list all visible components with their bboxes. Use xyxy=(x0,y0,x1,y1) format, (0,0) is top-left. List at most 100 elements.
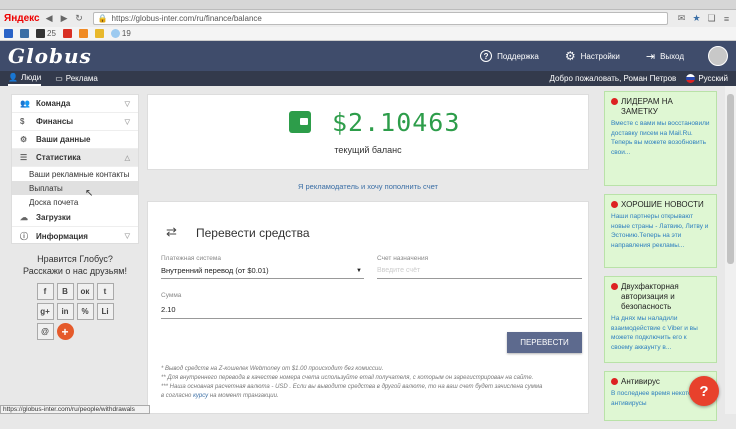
destination-input[interactable]: Введите счёт xyxy=(377,265,582,279)
email-icon[interactable]: @ xyxy=(36,323,54,340)
weather-bookmark[interactable]: 19 xyxy=(110,29,131,38)
language-selector[interactable]: Русский xyxy=(686,74,728,83)
team-icon: 👥 xyxy=(20,99,30,108)
scrollbar-thumb[interactable] xyxy=(727,94,734,264)
address-text: https://globus-inter.com/ru/finance/bala… xyxy=(111,14,262,23)
odnoklassniki-icon[interactable]: ок xyxy=(76,283,94,300)
dropdown-arrow-icon: ▼ xyxy=(356,268,362,274)
share-subheading: Расскажи о нас друзьям! xyxy=(23,266,127,276)
balance-amount: $2.10463 xyxy=(332,108,461,137)
alert-dot-icon xyxy=(611,283,618,290)
bookmark-item[interactable] xyxy=(94,29,104,38)
logout-button[interactable]: ⇥ Выход xyxy=(646,50,684,63)
news-body: Вместе с вами мы восстановили доставку п… xyxy=(611,120,710,156)
sidebar-subitem-ad-contacts[interactable]: Ваши рекламные контакты xyxy=(12,167,138,181)
back-icon[interactable]: ◀ xyxy=(44,13,55,24)
settings-button[interactable]: ⚙ Настройки xyxy=(565,49,620,63)
logout-icon: ⇥ xyxy=(645,50,656,63)
welcome-text: Добро пожаловать, Роман Петров xyxy=(549,74,677,83)
sidebar-item-finance[interactable]: $ Финансы ▽ xyxy=(12,113,138,131)
share-buttons: f В ок t g+ in % Li @ + xyxy=(11,283,139,340)
mail-icon[interactable]: ✉ xyxy=(676,13,687,24)
gmail-bookmark[interactable] xyxy=(62,29,72,38)
menu-icon[interactable]: ≡ xyxy=(721,13,732,24)
forward-icon[interactable]: ▶ xyxy=(59,13,70,24)
news-title: ЛИДЕРАМ НА ЗАМЕТКУ xyxy=(621,97,673,116)
link-icon[interactable]: % xyxy=(76,303,94,320)
share-heading: Нравится Глобус? xyxy=(37,254,113,264)
sidebar-item-statistics[interactable]: ☰ Статистика △ xyxy=(12,149,138,167)
help-button[interactable]: ? xyxy=(689,376,719,406)
destination-label: Счет назначения xyxy=(377,255,429,262)
sidebar: 👥 Команда ▽ $ Финансы ▽ ⚙ Ваши данные ☰ … xyxy=(11,94,139,244)
payment-system-label: Платежная система xyxy=(161,255,221,262)
linkedin-icon[interactable]: in xyxy=(56,303,74,320)
tab-people[interactable]: 👤 Люди xyxy=(8,71,42,86)
support-button[interactable]: ? Поддержка xyxy=(480,50,539,62)
sidebar-subitem-honor-board[interactable]: Доска почета xyxy=(12,195,138,209)
tab-ads[interactable]: ▭ Реклама xyxy=(55,74,98,83)
advertiser-topup-link[interactable]: Я рекламодатель и хочу пополнить счет xyxy=(147,182,589,191)
bookmark-item[interactable] xyxy=(4,29,13,38)
twitter-icon[interactable]: t xyxy=(96,283,114,300)
app-header: Globus ? Поддержка ⚙ Настройки ⇥ Выход xyxy=(0,41,736,71)
sidebar-subitem-payouts[interactable]: Выплаты xyxy=(12,181,138,195)
avatar[interactable] xyxy=(708,46,728,66)
cloud-icon: ☁ xyxy=(20,213,28,222)
bookmark-icon[interactable]: ❏ xyxy=(706,13,717,24)
address-bar[interactable]: 🔒 https://globus-inter.com/ru/finance/ba… xyxy=(92,12,668,25)
yandex-logo[interactable]: Яндекс xyxy=(4,13,40,24)
note-currency-rate: в согласно курсу на момент транзакции. xyxy=(161,393,279,399)
news-title: Антивирус xyxy=(621,377,660,386)
facebook-icon[interactable]: f xyxy=(36,283,54,300)
sidebar-item-data[interactable]: ⚙ Ваши данные xyxy=(12,131,138,149)
news-card[interactable]: Двухфакторная авторизация и безопасность… xyxy=(604,276,717,363)
star-icon[interactable]: ★ xyxy=(691,13,702,24)
news-card[interactable]: ЛИДЕРАМ НА ЗАМЕТКУ Вместе с вами мы восс… xyxy=(604,91,717,186)
transfer-submit-button[interactable]: ПЕРЕВЕСТИ xyxy=(507,332,582,353)
chevron-down-icon: ▽ xyxy=(124,118,130,126)
sidebar-item-info[interactable]: ⓘ Информация ▽ xyxy=(12,227,138,245)
info-icon: ⓘ xyxy=(20,231,28,241)
reload-icon[interactable]: ↻ xyxy=(74,13,85,24)
news-title: ХОРОШИЕ НОВОСТИ xyxy=(621,200,704,209)
lock-icon: 🔒 xyxy=(97,14,108,23)
balance-card: $2.10463 текущий баланс xyxy=(147,94,589,170)
news-card[interactable]: ХОРОШИЕ НОВОСТИ Наши партнеры открывают … xyxy=(604,194,717,268)
exchange-rate-link[interactable]: курсу xyxy=(193,393,208,399)
news-title: Двухфакторная авторизация и безопасность xyxy=(621,282,679,311)
flag-icon xyxy=(686,74,696,83)
alert-dot-icon xyxy=(611,201,618,208)
chevron-down-icon: ▽ xyxy=(124,100,130,108)
bookmark-item[interactable] xyxy=(78,29,88,38)
transfer-title: Перевести средства xyxy=(196,226,310,240)
amount-input[interactable]: 2.10 xyxy=(161,302,582,319)
more-share-icon[interactable]: + xyxy=(56,323,74,340)
chevron-down-icon: ▽ xyxy=(124,233,130,240)
sidebar-item-team[interactable]: 👥 Команда ▽ xyxy=(12,95,138,113)
bookmarks-bar: 25 19 xyxy=(0,27,736,41)
dollar-icon: $ xyxy=(20,117,25,126)
vk-icon[interactable]: В xyxy=(56,283,74,300)
alert-dot-icon xyxy=(611,98,618,105)
transfer-arrows-icon: ⇄ xyxy=(166,224,177,239)
question-icon: ? xyxy=(480,50,493,62)
wallet-icon xyxy=(289,111,311,133)
bookmark-item[interactable] xyxy=(20,29,29,38)
gear-icon: ⚙ xyxy=(20,135,28,144)
chevron-up-icon: △ xyxy=(124,154,130,162)
globus-logo[interactable]: Globus xyxy=(8,44,92,68)
person-icon: 👤 xyxy=(8,73,18,82)
monitor-icon: ▭ xyxy=(55,74,63,83)
sidebar-item-downloads[interactable]: ☁ Загрузки xyxy=(12,209,138,227)
bookmark-item[interactable]: 25 xyxy=(36,29,56,38)
balance-label: текущий баланс xyxy=(334,145,402,155)
list-icon: ☰ xyxy=(20,153,28,162)
payment-system-select[interactable]: Внутренний перевод (от $0.01) ▼ xyxy=(161,265,364,279)
news-body: Наши партнеры открывают новые страны - Л… xyxy=(611,213,709,249)
google-plus-icon[interactable]: g+ xyxy=(36,303,54,320)
mouse-cursor-icon: ↖ xyxy=(85,188,94,199)
transfer-card: ⇄ Перевести средства Платежная система В… xyxy=(147,201,589,414)
status-bar-url: https://globus-inter.com/ru/people/withd… xyxy=(0,405,150,414)
liveinternet-icon[interactable]: Li xyxy=(96,303,114,320)
